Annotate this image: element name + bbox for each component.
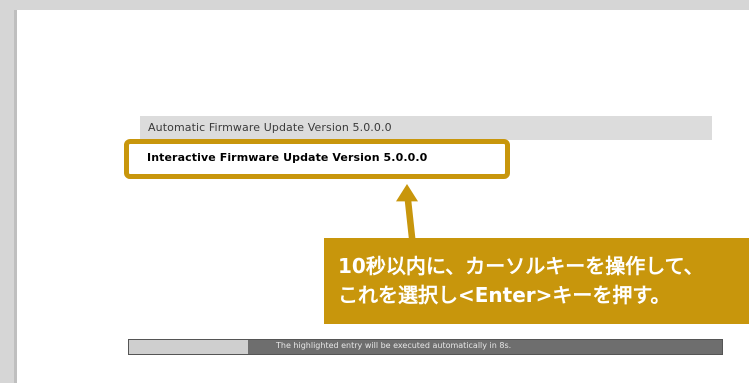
- window-frame-top: [0, 0, 749, 10]
- boot-menu-screen: [17, 10, 749, 383]
- countdown-status-bar: The highlighted entry will be executed a…: [128, 339, 723, 355]
- callout-line-1: 10秒以内に、カーソルキーを操作して、: [338, 254, 704, 278]
- window-frame-left: [0, 0, 14, 383]
- menu-item-automatic-update[interactable]: Automatic Firmware Update Version 5.0.0.…: [140, 116, 712, 140]
- annotation-highlight-box: [124, 139, 510, 179]
- annotation-callout: 10秒以内に、カーソルキーを操作して、 これを選択し<Enter>キーを押す。: [324, 238, 749, 324]
- countdown-progress-fill: [129, 340, 248, 354]
- countdown-status-text: The highlighted entry will be executed a…: [276, 341, 512, 350]
- callout-line-2: これを選択し<Enter>キーを押す。: [338, 283, 671, 307]
